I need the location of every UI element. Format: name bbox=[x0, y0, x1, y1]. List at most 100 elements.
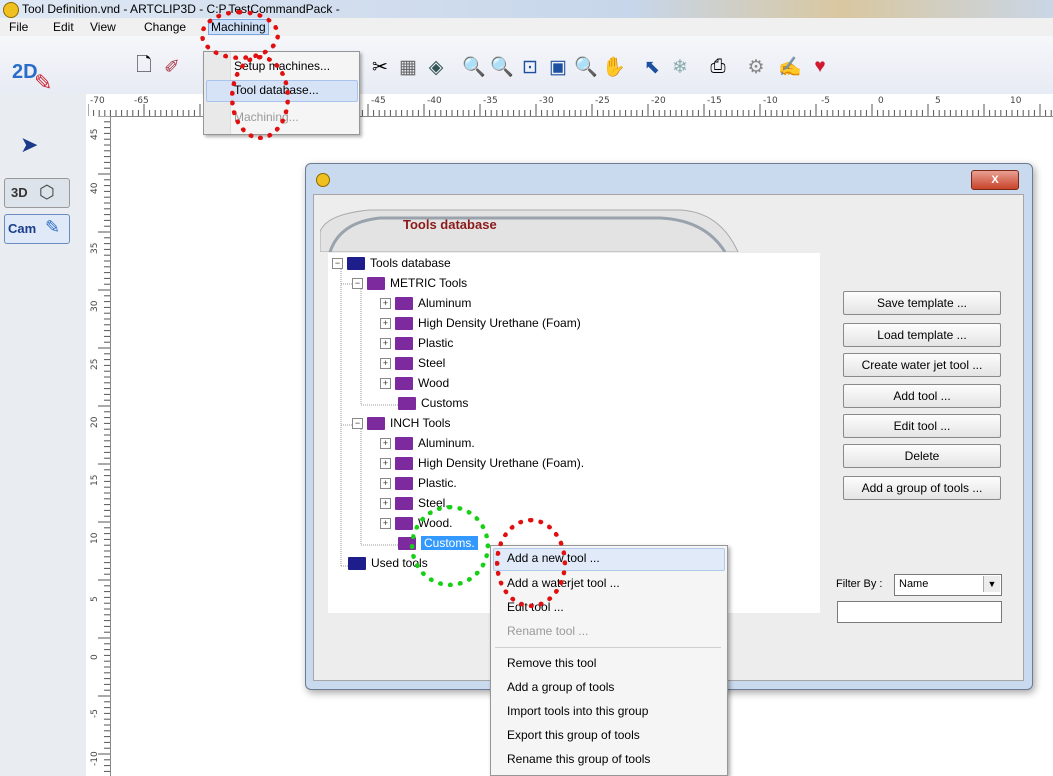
expand-icon[interactable]: + bbox=[380, 377, 391, 389]
ctx-import-tools[interactable]: Import tools into this group bbox=[507, 704, 648, 718]
ruler-h-label: -30 bbox=[539, 96, 554, 106]
close-icon: X bbox=[991, 174, 999, 186]
folder-icon bbox=[395, 456, 413, 470]
cut-tool-icon[interactable]: ✂ bbox=[368, 56, 392, 78]
folder-icon bbox=[395, 516, 413, 530]
zoom-icon[interactable]: 🔍 bbox=[462, 56, 486, 78]
delete-button[interactable]: Delete bbox=[843, 444, 1001, 468]
highlight-ring-tool-database bbox=[230, 55, 290, 140]
add-tool-button[interactable]: Add tool ... bbox=[843, 384, 1001, 408]
ctx-rename-tool-disabled: Rename tool ... bbox=[507, 624, 589, 638]
ruler-v-label: 15 bbox=[90, 474, 100, 486]
expand-icon[interactable]: + bbox=[380, 337, 391, 349]
edit-tool-button[interactable]: Edit tool ... bbox=[843, 414, 1001, 438]
zoom-all-icon[interactable]: 🔍 bbox=[490, 56, 514, 78]
expand-icon[interactable]: + bbox=[380, 437, 391, 449]
tree-node-urethane-inch[interactable]: + High Density Urethane (Foam). bbox=[380, 455, 584, 471]
ruler-v-ticks bbox=[98, 116, 110, 772]
ruler-v-label: 10 bbox=[90, 532, 100, 544]
ctx-add-group-of-tools[interactable]: Add a group of tools bbox=[507, 680, 614, 694]
tree-node-root[interactable]: − Tools database bbox=[332, 255, 451, 271]
zoom-window-icon[interactable]: ⊡ bbox=[518, 56, 542, 78]
ctx-export-group[interactable]: Export this group of tools bbox=[507, 728, 640, 742]
expand-icon[interactable]: + bbox=[380, 517, 391, 529]
ctx-remove-tool[interactable]: Remove this tool bbox=[507, 656, 596, 670]
folder-icon bbox=[395, 376, 413, 390]
expand-icon[interactable]: + bbox=[380, 357, 391, 369]
ruler-h-label: -70 bbox=[90, 96, 105, 106]
tree-label: Aluminum bbox=[418, 296, 472, 310]
calculator-icon[interactable]: ▦ bbox=[396, 56, 420, 78]
machine-icon[interactable]: ⚙ bbox=[744, 56, 768, 78]
chevron-down-icon[interactable]: ▼ bbox=[983, 576, 1000, 592]
zoom-selection-icon[interactable]: ▣ bbox=[546, 56, 570, 78]
snowflake-icon[interactable]: ❄ bbox=[668, 56, 692, 78]
ruler-v-label: 25 bbox=[90, 358, 100, 370]
tree-label: METRIC Tools bbox=[390, 276, 468, 290]
cam-tool-icon: ✎ bbox=[45, 217, 61, 237]
ruler-h-label: -35 bbox=[483, 96, 498, 106]
collapse-icon[interactable]: − bbox=[352, 417, 363, 429]
menu-change[interactable]: Change bbox=[144, 20, 186, 34]
menu-file[interactable]: File bbox=[9, 20, 28, 34]
tree-node-plastic-inch[interactable]: + Plastic. bbox=[380, 475, 457, 491]
create-water-jet-tool-button[interactable]: Create water jet tool ... bbox=[843, 353, 1001, 377]
ruler-v-label: 30 bbox=[90, 300, 100, 312]
vertical-ruler: 45 40 35 30 25 20 15 10 5 0 -5 -10 bbox=[88, 116, 111, 776]
ruler-v-label: 35 bbox=[90, 242, 100, 254]
close-button[interactable]: X bbox=[971, 170, 1019, 190]
left-tool-panel: ➤ 3D ⬡ Cam ✎ bbox=[0, 94, 86, 776]
tab-2d[interactable]: 2D ✎ bbox=[4, 58, 84, 95]
heart-icon[interactable]: ♥ bbox=[808, 56, 832, 78]
tree-node-wood[interactable]: + Wood bbox=[380, 375, 449, 391]
arrow-select-icon[interactable]: ➤ bbox=[20, 132, 38, 158]
tree-node-urethane[interactable]: + High Density Urethane (Foam) bbox=[380, 315, 581, 331]
add-group-of-tools-button[interactable]: Add a group of tools ... bbox=[843, 476, 1001, 500]
new-document-icon[interactable]: 🗋 bbox=[132, 55, 156, 78]
tree-node-aluminum[interactable]: + Aluminum bbox=[380, 295, 471, 311]
edit-object-icon[interactable]: ◈ bbox=[424, 56, 448, 78]
zoom-previous-icon[interactable]: 🔍 bbox=[574, 56, 598, 78]
tree-node-steel[interactable]: + Steel bbox=[380, 355, 445, 371]
save-template-button[interactable]: Save template ... bbox=[843, 291, 1001, 315]
tree-node-customs[interactable]: Customs bbox=[398, 395, 468, 411]
expand-icon[interactable]: + bbox=[380, 457, 391, 469]
ctx-rename-group[interactable]: Rename this group of tools bbox=[507, 752, 650, 766]
tree-node-plastic[interactable]: + Plastic bbox=[380, 335, 453, 351]
ruler-v-label: 5 bbox=[90, 596, 100, 602]
menu-view[interactable]: View bbox=[90, 20, 116, 34]
notes-icon[interactable]: ✍ bbox=[778, 56, 802, 78]
expand-icon[interactable]: + bbox=[380, 317, 391, 329]
tree-label: Customs bbox=[421, 396, 469, 410]
menu-edit[interactable]: Edit bbox=[53, 20, 74, 34]
folder-icon bbox=[395, 296, 413, 310]
draw-icon[interactable]: ✐ bbox=[160, 56, 184, 78]
folder-icon bbox=[398, 396, 416, 410]
tab-cam[interactable]: Cam ✎ bbox=[4, 214, 70, 244]
window-title: Tool Definition.vnd - ARTCLIP3D - C:P.Te… bbox=[22, 2, 340, 16]
print-icon[interactable]: ⎙ bbox=[706, 56, 730, 78]
tree-node-aluminum-inch[interactable]: + Aluminum. bbox=[380, 435, 475, 451]
load-template-button[interactable]: Load template ... bbox=[843, 323, 1001, 347]
tab-3d[interactable]: 3D ⬡ bbox=[4, 178, 70, 208]
tree-node-inch[interactable]: − INCH Tools bbox=[352, 415, 450, 431]
select-cursor-icon[interactable]: ⬉ bbox=[640, 56, 664, 78]
tab-cam-label: Cam bbox=[8, 221, 37, 236]
ruler-h-label: -65 bbox=[134, 96, 149, 106]
collapse-icon[interactable]: − bbox=[332, 257, 343, 269]
ruler-v-label: 45 bbox=[90, 128, 100, 140]
ruler-v-label: 40 bbox=[90, 182, 100, 194]
ruler-h-label: -45 bbox=[371, 96, 386, 106]
folder-icon bbox=[367, 416, 385, 430]
collapse-icon[interactable]: − bbox=[352, 277, 363, 289]
pan-hand-icon[interactable]: ✋ bbox=[602, 56, 626, 78]
expand-icon[interactable]: + bbox=[380, 497, 391, 509]
filter-select[interactable]: Name ▼ bbox=[894, 574, 1002, 596]
tree-node-metric[interactable]: − METRIC Tools bbox=[352, 275, 467, 291]
tree-label: INCH Tools bbox=[390, 416, 451, 430]
filter-label: Filter By : bbox=[836, 578, 883, 590]
banner-graphic bbox=[320, 209, 739, 252]
expand-icon[interactable]: + bbox=[380, 297, 391, 309]
expand-icon[interactable]: + bbox=[380, 477, 391, 489]
filter-input[interactable] bbox=[837, 601, 1002, 623]
